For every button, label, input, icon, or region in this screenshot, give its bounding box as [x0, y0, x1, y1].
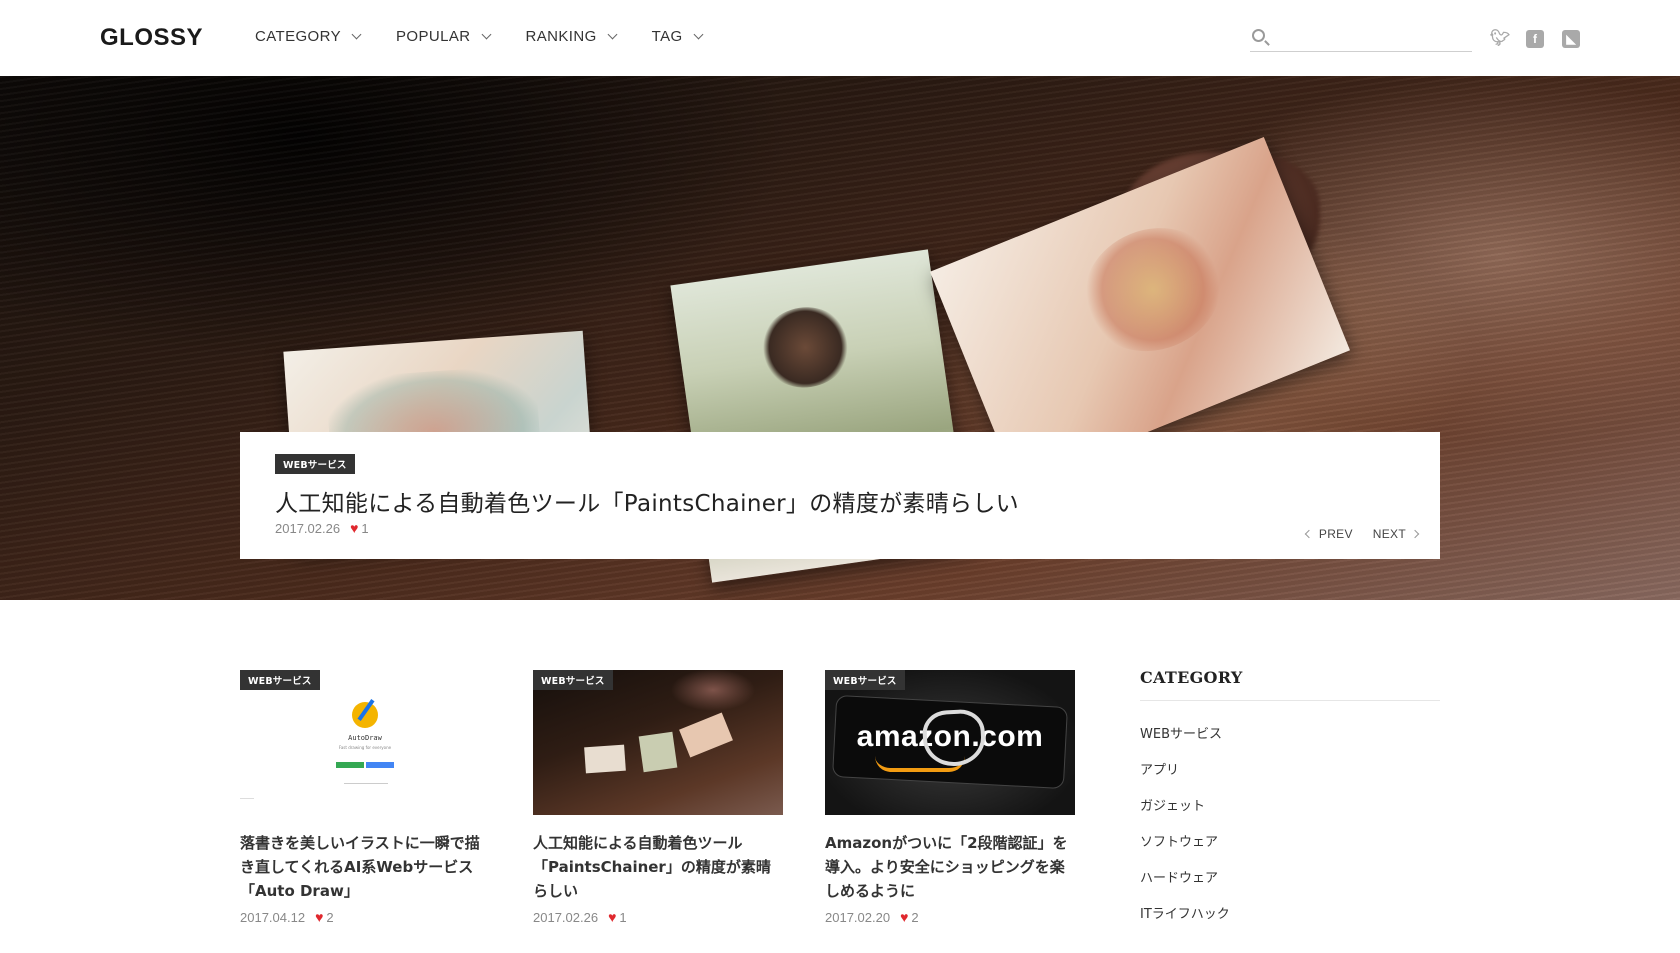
like-count: 2: [911, 909, 919, 925]
search-box: [1250, 26, 1472, 52]
nav-ranking[interactable]: RANKING: [525, 28, 618, 45]
thumb-title: AutoDraw: [348, 734, 382, 742]
thumb-divider: [344, 783, 388, 784]
slider-pager: PREV NEXT: [1304, 527, 1420, 541]
category-badge[interactable]: WEBサービス: [240, 670, 320, 690]
sidebar-item-gadget[interactable]: ガジェット: [1140, 795, 1440, 831]
nav-popular[interactable]: POPULAR: [396, 28, 491, 45]
post-thumbnail[interactable]: WEBサービス amazon.com: [825, 670, 1075, 815]
post-title[interactable]: 人工知能による自動着色ツール「PaintsChainer」の精度が素晴らしい: [533, 831, 783, 903]
post-card[interactable]: WEBサービス AutoDraw Fast drawing for everyo…: [240, 670, 490, 925]
post-date: 2017.02.26: [533, 909, 599, 925]
nav-tag[interactable]: TAG: [651, 28, 704, 45]
post-title[interactable]: 落書きを美しいイラストに一瞬で描き直してくれるAI系Webサービス「Auto D…: [240, 831, 490, 903]
sidebar-item-it-lifehack[interactable]: ITライフハック: [1140, 903, 1440, 939]
nav-label: RANKING: [525, 28, 597, 45]
thumb-footer: [240, 798, 254, 810]
like-count: 1: [361, 520, 369, 536]
nav-category[interactable]: CATEGORY: [255, 28, 362, 45]
twitter-icon[interactable]: 🐦︎: [1490, 30, 1510, 48]
heart-icon: ♥: [350, 520, 359, 536]
like-count: 1: [619, 909, 627, 925]
post-meta: 2017.02.26 ♥ 1: [533, 909, 783, 925]
featured-post-title[interactable]: 人工知能による自動着色ツール「PaintsChainer」の精度が素晴らしい: [275, 484, 1019, 518]
site-header: GLOSSY CATEGORY POPULAR RANKING TAG 🐦︎ f…: [0, 0, 1680, 76]
thumb-button: [366, 762, 394, 768]
heart-icon: ♥: [315, 909, 324, 925]
drawing-image: [638, 731, 678, 773]
search-input[interactable]: [1276, 26, 1470, 50]
chevron-down-icon: [351, 29, 362, 39]
next-button[interactable]: NEXT: [1372, 527, 1420, 541]
category-badge[interactable]: WEBサービス: [533, 670, 613, 690]
heart-icon: ♥: [900, 909, 909, 925]
post-title[interactable]: Amazonがついに「2段階認証」を導入。より安全にショッピングを楽しめるように: [825, 831, 1075, 903]
chevron-down-icon: [607, 29, 618, 39]
site-logo[interactable]: GLOSSY: [100, 24, 203, 52]
post-date: 2017.02.26: [275, 520, 341, 536]
post-date: 2017.04.12: [240, 909, 306, 925]
thumb-button: [336, 762, 364, 768]
facebook-icon[interactable]: f: [1526, 30, 1544, 48]
thumb-subtitle: Fast drawing for everyone: [338, 745, 392, 750]
sidebar-item-hardware[interactable]: ハードウェア: [1140, 867, 1440, 903]
post-card[interactable]: WEBサービス amazon.com Amazonがついに「2段階認証」を導入。…: [825, 670, 1075, 925]
sidebar-title: CATEGORY: [1140, 668, 1440, 701]
drawing-image: [584, 744, 626, 774]
chevron-down-icon: [481, 29, 491, 39]
sidebar-item-software[interactable]: ソフトウェア: [1140, 831, 1440, 867]
nav-label: TAG: [651, 28, 683, 45]
next-label: NEXT: [1372, 527, 1406, 541]
search-icon[interactable]: [1252, 29, 1265, 42]
rss-icon[interactable]: ◣: [1562, 30, 1580, 48]
sidebar-item-app[interactable]: アプリ: [1140, 759, 1440, 795]
post-card[interactable]: WEBサービス 人工知能による自動着色ツール「PaintsChainer」の精度…: [533, 670, 783, 925]
post-meta: 2017.02.26 ♥ 1: [275, 520, 369, 536]
nav-label: POPULAR: [396, 28, 471, 45]
category-badge[interactable]: WEBサービス: [825, 670, 905, 690]
sidebar-category: CATEGORY WEBサービス アプリ ガジェット ソフトウェア ハードウェア…: [1140, 668, 1440, 939]
post-thumbnail[interactable]: WEBサービス: [533, 670, 783, 815]
drawing-image: [679, 712, 733, 758]
category-list: WEBサービス アプリ ガジェット ソフトウェア ハードウェア ITライフハック: [1140, 723, 1440, 939]
chevron-left-icon: [1304, 529, 1314, 539]
chevron-right-icon: [1410, 529, 1420, 539]
featured-post-card[interactable]: WEBサービス 人工知能による自動着色ツール「PaintsChainer」の精度…: [240, 432, 1440, 559]
post-thumbnail[interactable]: WEBサービス AutoDraw Fast drawing for everyo…: [240, 670, 490, 815]
prev-button[interactable]: PREV: [1304, 527, 1353, 541]
post-date: 2017.02.20: [825, 909, 891, 925]
prev-label: PREV: [1318, 527, 1353, 541]
like-count: 2: [326, 909, 334, 925]
nav-label: CATEGORY: [255, 28, 341, 45]
heart-icon: ♥: [608, 909, 617, 925]
post-meta: 2017.04.12 ♥ 2: [240, 909, 490, 925]
category-badge[interactable]: WEBサービス: [275, 454, 355, 474]
chevron-down-icon: [693, 29, 704, 39]
main-nav: CATEGORY POPULAR RANKING TAG: [255, 28, 738, 45]
post-meta: 2017.02.20 ♥ 2: [825, 909, 1075, 925]
sidebar-item-web-service[interactable]: WEBサービス: [1140, 723, 1440, 759]
